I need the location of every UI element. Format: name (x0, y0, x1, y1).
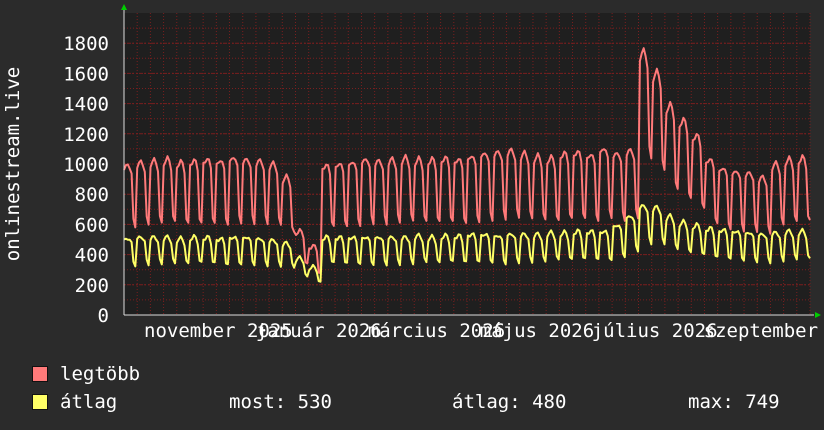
legend-swatch-max (32, 366, 48, 382)
y-tick-label: 1200 (63, 124, 109, 146)
y-tick-labels: 0 200 400 600 800 1000 1200 1400 1600 1800 (63, 33, 109, 327)
x-tick-label: szeptember (704, 320, 818, 342)
y-axis-label: onlinestream.live (2, 67, 24, 261)
y-tick-label: 1600 (63, 63, 109, 85)
y-tick-label: 200 (75, 275, 109, 297)
x-tick-labels: november 2025január 2026március 2026máju… (144, 320, 818, 342)
y-tick-label: 600 (75, 214, 109, 236)
y-tick-label: 800 (75, 184, 109, 206)
x-tick-label: január 2026 (256, 320, 382, 342)
y-tick-label: 1000 (63, 154, 109, 176)
stat-atlag: átlag: 480 (452, 391, 567, 413)
y-axis-arrow (121, 4, 127, 10)
y-tick-label: 400 (75, 245, 109, 267)
x-axis-arrow (815, 312, 821, 318)
legend-label-max: legtöbb (60, 363, 141, 385)
legend-item-max: legtöbb (32, 363, 141, 385)
stat-max: max: 749 (688, 391, 780, 413)
legend-item-avg: átlag (32, 391, 118, 413)
stat-most: most: 530 (229, 391, 332, 413)
y-tick-label: 1400 (63, 94, 109, 116)
x-tick-label: július 2026 (592, 320, 718, 342)
legend-label-avg: átlag (60, 391, 118, 413)
y-tick-label: 0 (98, 305, 109, 327)
legend-swatch-avg (32, 394, 48, 410)
y-tick-label: 1800 (63, 33, 109, 55)
x-tick-label: május 2026 (480, 320, 594, 342)
